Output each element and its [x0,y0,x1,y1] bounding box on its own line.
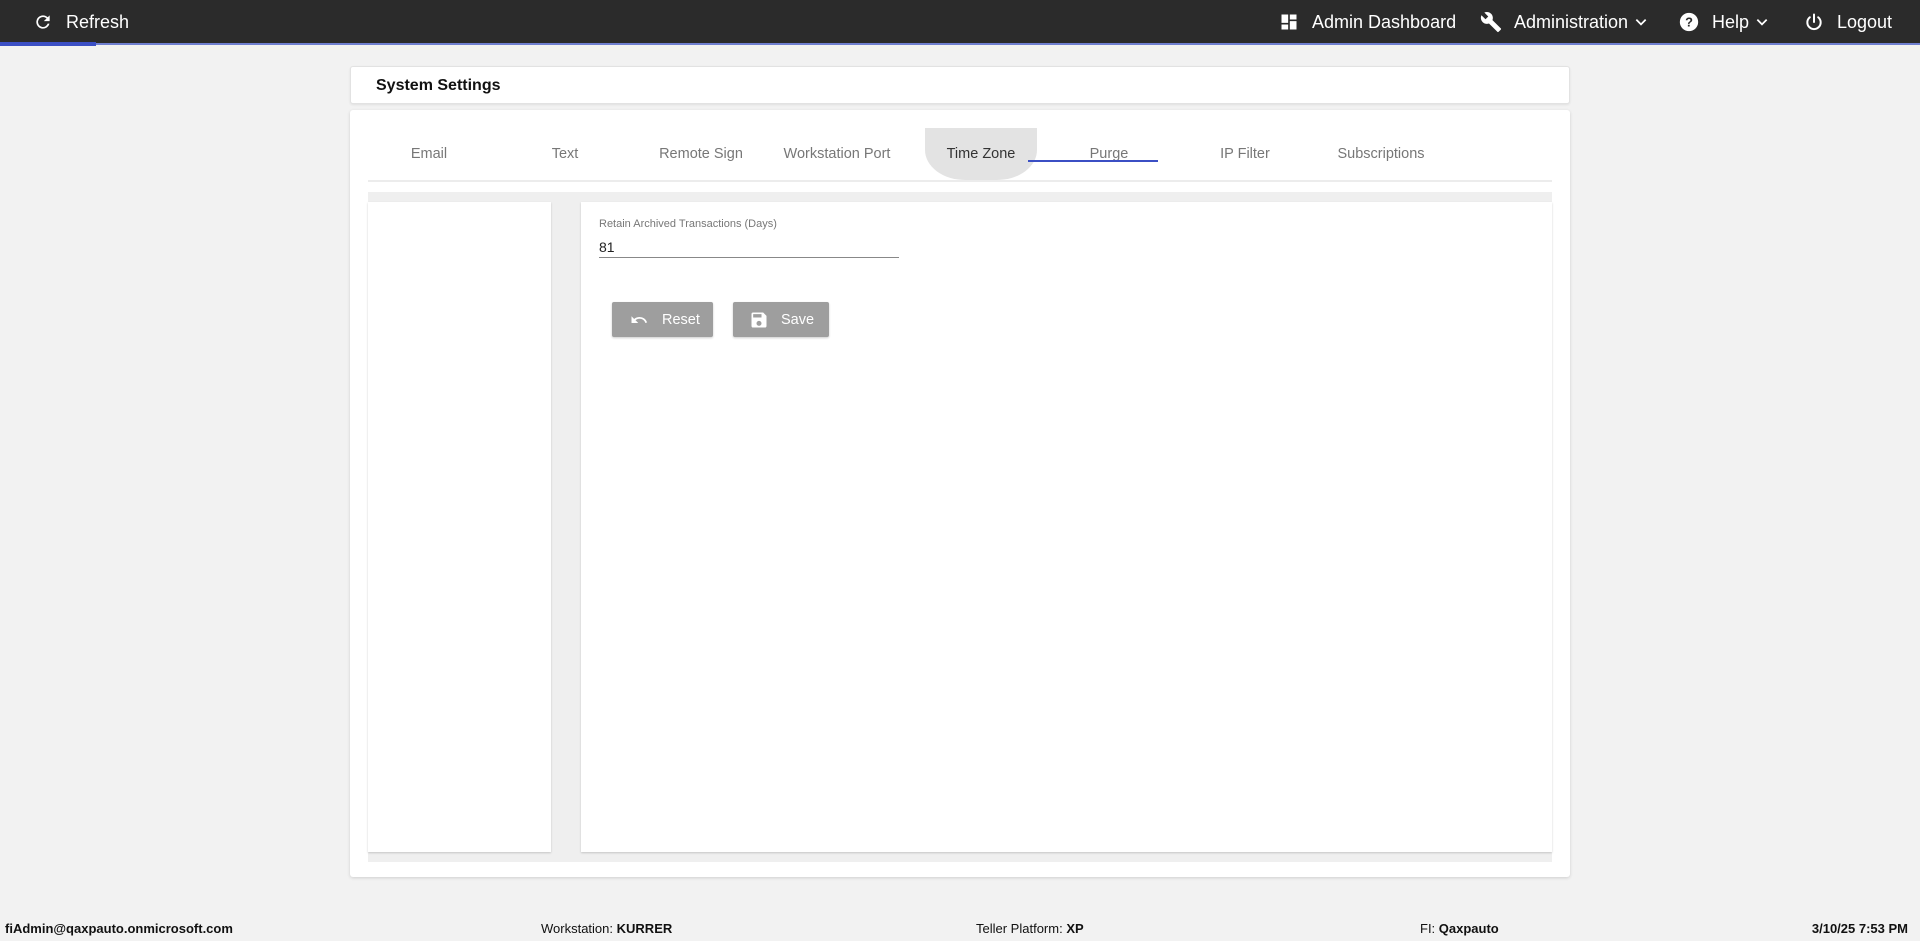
reset-button[interactable]: Reset [612,302,713,337]
wrench-icon [1478,9,1504,35]
tab-text[interactable]: Text [504,128,626,180]
refresh-icon [30,9,56,35]
floppy-disk-icon [749,310,769,330]
reset-label: Reset [662,311,700,328]
active-tab-indicator [1028,160,1158,162]
page-header-card: System Settings [350,66,1570,104]
save-button[interactable]: Save [733,302,829,337]
footer-user: fiAdmin@qaxpauto.onmicrosoft.com [5,921,233,936]
footer-teller-platform: Teller Platform: XP [976,921,1084,936]
retain-archived-label: Retain Archived Transactions (Days) [599,218,777,230]
teller-label: Teller Platform: [976,921,1063,936]
dashboard-icon [1276,9,1302,35]
retain-archived-field: Retain Archived Transactions (Days) [599,218,899,258]
refresh-label: Refresh [66,11,130,32]
loading-progress-bar [0,42,1920,46]
tab-workstation-port[interactable]: Workstation Port [776,128,898,180]
tab-email[interactable]: Email [368,128,490,180]
tab-purge[interactable]: Purge [1048,128,1170,180]
help-menu[interactable]: ? Help [1676,0,1769,44]
progress-fill [0,42,96,46]
settings-card: Email Text Remote Sign Workstation Port … [350,110,1570,877]
footer-fi: FI: Qaxpauto [1420,921,1499,936]
administration-label: Administration [1514,11,1629,32]
retain-archived-input[interactable] [599,236,899,258]
status-footer: fiAdmin@qaxpauto.onmicrosoft.com Worksta… [0,916,1920,941]
left-panel [368,202,551,852]
help-icon: ? [1676,9,1702,35]
tab-ip-filter[interactable]: IP Filter [1184,128,1306,180]
tab-time-zone[interactable]: Time Zone [925,128,1037,180]
workstation-label: Workstation: [541,921,614,936]
page-title: System Settings [376,77,501,94]
chevron-down-icon [1755,15,1769,29]
admin-dashboard-label: Admin Dashboard [1312,11,1457,32]
undo-icon [628,311,650,329]
logout-button[interactable]: Logout [1801,0,1892,44]
workstation-value: KURRER [616,921,673,936]
admin-dashboard-link[interactable]: Admin Dashboard [1276,0,1456,44]
chevron-down-icon [1634,15,1648,29]
logout-label: Logout [1837,11,1893,32]
fi-value: Qaxpauto [1438,921,1499,936]
tab-remote-sign[interactable]: Remote Sign [640,128,762,180]
refresh-button[interactable]: Refresh [30,0,129,44]
tab-subscriptions[interactable]: Subscriptions [1320,128,1442,180]
footer-datetime: 3/10/25 7:53 PM [1811,921,1908,936]
help-label: Help [1712,11,1750,32]
purge-settings-panel: Retain Archived Transactions (Days) Rese… [581,202,1552,852]
power-icon [1801,9,1827,35]
tab-content: Retain Archived Transactions (Days) Rese… [368,192,1552,862]
save-label: Save [781,311,815,328]
svg-text:?: ? [1685,15,1693,30]
teller-value: XP [1066,921,1084,936]
footer-workstation: Workstation: KURRER [541,921,672,936]
settings-tabs: Email Text Remote Sign Workstation Port … [368,128,1552,182]
fi-label: FI: [1420,921,1436,936]
administration-menu[interactable]: Administration [1478,0,1648,44]
top-navbar: Refresh Admin Dashboard Administration ?… [0,0,1920,46]
